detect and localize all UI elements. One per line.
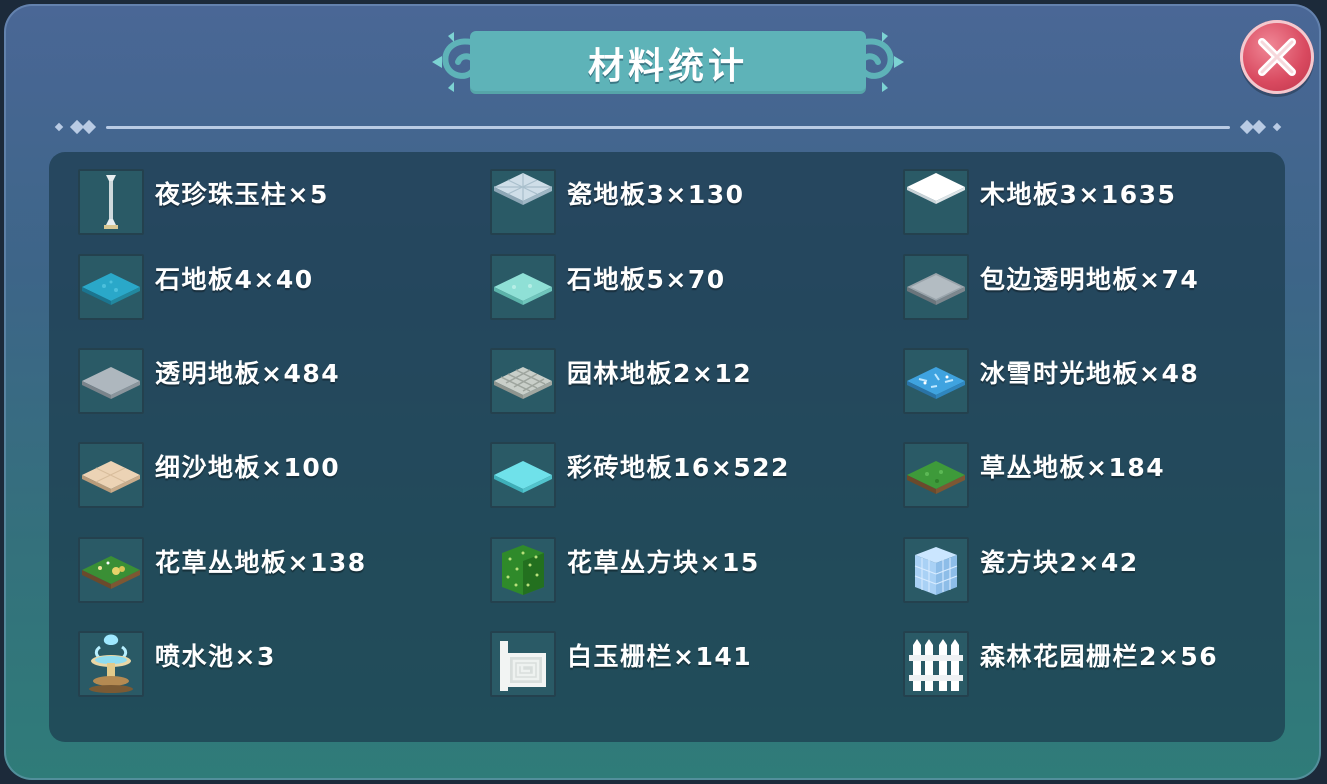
item-slot bbox=[78, 442, 144, 508]
flower-grass-floor-icon bbox=[82, 556, 140, 589]
material-item: 透明地板×484 bbox=[78, 348, 478, 414]
blue-stone-floor-icon bbox=[82, 273, 140, 305]
material-item: 细沙地板×100 bbox=[78, 442, 478, 508]
material-item: 包边透明地板×74 bbox=[903, 254, 1303, 320]
material-label: 花草丛方块×15 bbox=[567, 548, 760, 577]
title-divider bbox=[50, 119, 1286, 135]
item-slot bbox=[903, 631, 969, 697]
material-label: 瓷地板3×130 bbox=[567, 180, 745, 209]
material-label: 彩砖地板16×522 bbox=[567, 453, 790, 482]
item-slot bbox=[490, 169, 556, 235]
title-banner: 材料统计 bbox=[470, 31, 866, 94]
garden-floor-icon bbox=[494, 367, 552, 399]
item-slot bbox=[903, 169, 969, 235]
material-stats-dialog: 材料统计 夜珍珠玉柱×5 瓷地板3×130 木地板3×1635 石地板4×40 … bbox=[4, 4, 1321, 780]
material-item: 木地板3×1635 bbox=[903, 169, 1303, 235]
aqua-stone-floor-icon bbox=[494, 273, 552, 305]
material-item: 白玉栅栏×141 bbox=[490, 631, 890, 697]
item-slot bbox=[490, 254, 556, 320]
material-label: 园林地板2×12 bbox=[567, 359, 753, 388]
material-item: 夜珍珠玉柱×5 bbox=[78, 169, 478, 235]
porcelain-block-icon bbox=[914, 547, 958, 595]
material-label: 石地板5×70 bbox=[567, 265, 726, 294]
close-button[interactable] bbox=[1240, 20, 1314, 94]
item-slot bbox=[78, 169, 144, 235]
material-item: 森林花园栅栏2×56 bbox=[903, 631, 1303, 697]
sand-floor-icon bbox=[82, 461, 140, 493]
material-item: 喷水池×3 bbox=[78, 631, 478, 697]
material-label: 细沙地板×100 bbox=[155, 453, 341, 482]
material-item: 石地板5×70 bbox=[490, 254, 890, 320]
material-item: 花草丛方块×15 bbox=[490, 537, 890, 603]
dialog-title: 材料统计 bbox=[587, 45, 748, 87]
material-item: 草丛地板×184 bbox=[903, 442, 1303, 508]
item-slot bbox=[78, 254, 144, 320]
material-label: 花草丛地板×138 bbox=[155, 548, 367, 577]
jade-fence-icon bbox=[500, 641, 546, 691]
cyan-tile-floor-icon bbox=[494, 461, 552, 493]
material-label: 透明地板×484 bbox=[155, 359, 341, 388]
material-label: 木地板3×1635 bbox=[980, 180, 1177, 209]
item-slot bbox=[490, 348, 556, 414]
item-slot bbox=[903, 537, 969, 603]
material-item: 石地板4×40 bbox=[78, 254, 478, 320]
materials-panel: 夜珍珠玉柱×5 瓷地板3×130 木地板3×1635 石地板4×40 石地板5×… bbox=[49, 152, 1285, 742]
material-label: 草丛地板×184 bbox=[980, 453, 1166, 482]
item-slot bbox=[78, 537, 144, 603]
material-item: 彩砖地板16×522 bbox=[490, 442, 890, 508]
material-label: 冰雪时光地板×48 bbox=[980, 359, 1200, 388]
fountain-icon bbox=[89, 634, 133, 693]
material-item: 花草丛地板×138 bbox=[78, 537, 478, 603]
material-item: 冰雪时光地板×48 bbox=[903, 348, 1303, 414]
edged-clear-floor-icon bbox=[907, 273, 965, 305]
tile-floor-icon bbox=[494, 173, 552, 205]
material-label: 喷水池×3 bbox=[155, 642, 276, 671]
grass-floor-icon bbox=[907, 461, 965, 494]
item-slot bbox=[903, 442, 969, 508]
clear-floor-icon bbox=[82, 367, 140, 399]
material-item: 瓷地板3×130 bbox=[490, 169, 890, 235]
flower-bush-block-icon bbox=[502, 545, 544, 595]
item-slot bbox=[490, 442, 556, 508]
item-slot bbox=[903, 348, 969, 414]
material-label: 白玉栅栏×141 bbox=[567, 642, 753, 671]
material-label: 包边透明地板×74 bbox=[980, 265, 1200, 294]
white-floor-icon bbox=[907, 173, 965, 204]
item-slot bbox=[78, 631, 144, 697]
garden-fence-icon bbox=[909, 639, 963, 691]
material-label: 森林花园栅栏2×56 bbox=[980, 642, 1219, 671]
material-item: 瓷方块2×42 bbox=[903, 537, 1303, 603]
item-slot bbox=[490, 631, 556, 697]
item-slot bbox=[78, 348, 144, 414]
material-item: 园林地板2×12 bbox=[490, 348, 890, 414]
ice-floor-icon bbox=[907, 367, 965, 399]
material-label: 夜珍珠玉柱×5 bbox=[155, 180, 329, 209]
item-slot bbox=[903, 254, 969, 320]
pillar-icon bbox=[104, 175, 118, 229]
material-label: 石地板4×40 bbox=[155, 265, 314, 294]
close-x-icon bbox=[1258, 38, 1296, 76]
material-label: 瓷方块2×42 bbox=[980, 548, 1139, 577]
item-slot bbox=[490, 537, 556, 603]
